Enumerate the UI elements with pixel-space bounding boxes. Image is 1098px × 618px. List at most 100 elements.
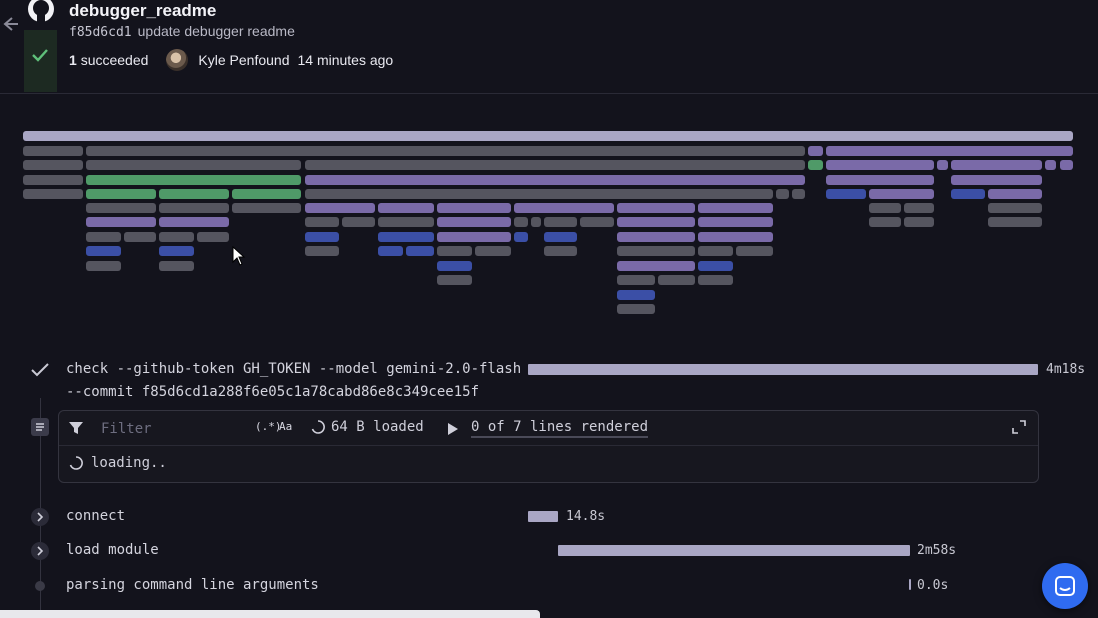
span-bar[interactable] — [904, 217, 934, 227]
span-bar[interactable] — [124, 232, 156, 242]
span-bar[interactable] — [305, 160, 805, 170]
span-bar[interactable] — [617, 261, 695, 271]
span-bar[interactable] — [159, 189, 229, 199]
span-bar[interactable] — [617, 290, 655, 300]
span-bar[interactable] — [792, 189, 805, 199]
span-bar[interactable] — [698, 275, 733, 285]
span-bar[interactable] — [378, 217, 434, 227]
span-bar[interactable] — [86, 189, 156, 199]
span-bar[interactable] — [531, 217, 541, 227]
step-command-line2[interactable]: --commit f85d6cd1a288f6e05c1a78cabd86e8c… — [66, 384, 479, 400]
span-bar[interactable] — [378, 203, 434, 213]
span-bar[interactable] — [988, 189, 1042, 199]
span-bar[interactable] — [951, 189, 985, 199]
case-toggle[interactable]: Aa — [279, 420, 292, 433]
span-bar[interactable] — [305, 203, 375, 213]
span-bar[interactable] — [437, 203, 511, 213]
rendered-indicator[interactable]: 0 of 7 lines rendered — [447, 419, 649, 438]
span-bar[interactable] — [869, 217, 901, 227]
step-command-line1[interactable]: check --github-token GH_TOKEN --model ge… — [66, 361, 521, 377]
span-bar[interactable] — [869, 203, 901, 213]
filter-input[interactable] — [99, 418, 253, 440]
span-bar[interactable] — [86, 203, 156, 213]
span-bar[interactable] — [951, 160, 1042, 170]
span-bar[interactable] — [86, 232, 121, 242]
span-bar[interactable] — [342, 217, 375, 227]
span-bar[interactable] — [544, 217, 577, 227]
span-bar[interactable] — [1045, 160, 1056, 170]
span-bar[interactable] — [437, 217, 511, 227]
step-connect[interactable]: connect — [66, 508, 125, 524]
expand-icon[interactable] — [1012, 420, 1026, 434]
span-bar[interactable] — [23, 189, 83, 199]
span-bar[interactable] — [514, 232, 528, 242]
span-bar[interactable] — [159, 232, 194, 242]
span-bar[interactable] — [826, 160, 934, 170]
span-bar[interactable] — [159, 246, 194, 256]
span-bar[interactable] — [437, 246, 472, 256]
span-bar[interactable] — [232, 189, 301, 199]
commit-hash[interactable]: f85d6cd1 — [69, 25, 132, 40]
span-bar[interactable] — [736, 246, 773, 256]
span-bar[interactable] — [826, 189, 866, 199]
author-name[interactable]: Kyle Penfound — [198, 52, 289, 68]
span-bar[interactable] — [437, 275, 472, 285]
span-bar[interactable] — [544, 232, 577, 242]
span-bar[interactable] — [658, 275, 695, 285]
span-bar[interactable] — [617, 304, 655, 314]
play-icon[interactable] — [447, 422, 459, 436]
span-bar[interactable] — [437, 261, 472, 271]
step-load-module[interactable]: load module — [66, 542, 159, 558]
span-bar[interactable] — [698, 217, 773, 227]
span-bar[interactable] — [698, 203, 773, 213]
span-bar[interactable] — [23, 146, 83, 156]
span-bar[interactable] — [617, 275, 655, 285]
span-bar[interactable] — [305, 189, 773, 199]
span-bar[interactable] — [378, 232, 434, 242]
span-bar[interactable] — [437, 232, 511, 242]
span-bar[interactable] — [23, 175, 83, 185]
span-bar[interactable] — [86, 261, 121, 271]
span-bar[interactable] — [23, 131, 1073, 141]
expand-connect-button[interactable] — [31, 508, 49, 526]
log-icon[interactable] — [31, 418, 49, 436]
back-arrow-icon[interactable] — [0, 14, 18, 34]
span-bar[interactable] — [159, 203, 229, 213]
step-parsing[interactable]: parsing command line arguments — [66, 577, 319, 593]
span-bar[interactable] — [544, 246, 577, 256]
span-bar[interactable] — [197, 232, 229, 242]
span-bar[interactable] — [378, 246, 403, 256]
regex-toggle[interactable]: (.*) — [255, 420, 282, 433]
span-bar[interactable] — [305, 232, 339, 242]
span-bar[interactable] — [86, 246, 121, 256]
span-bar[interactable] — [776, 189, 789, 199]
span-bar[interactable] — [159, 217, 229, 227]
span-bar[interactable] — [937, 160, 948, 170]
span-bar[interactable] — [988, 217, 1042, 227]
span-bar[interactable] — [617, 246, 695, 256]
span-bar[interactable] — [808, 146, 823, 156]
span-bar[interactable] — [698, 261, 733, 271]
expand-load-module-button[interactable] — [31, 542, 49, 560]
span-bar[interactable] — [305, 217, 339, 227]
span-bar[interactable] — [904, 203, 934, 213]
span-bar[interactable] — [826, 146, 1073, 156]
span-bar[interactable] — [23, 160, 83, 170]
span-bar[interactable] — [808, 160, 823, 170]
span-bar[interactable] — [869, 189, 934, 199]
span-bar[interactable] — [86, 160, 301, 170]
span-bar[interactable] — [86, 217, 156, 227]
span-bar[interactable] — [305, 246, 339, 256]
span-bar[interactable] — [951, 175, 1042, 185]
span-bar[interactable] — [514, 203, 614, 213]
span-bar[interactable] — [406, 246, 434, 256]
span-bar[interactable] — [514, 217, 528, 227]
span-bar[interactable] — [617, 203, 695, 213]
span-bar[interactable] — [305, 175, 805, 185]
span-bar[interactable] — [988, 203, 1042, 213]
span-bar[interactable] — [1060, 160, 1073, 170]
span-bar[interactable] — [617, 217, 695, 227]
span-bar[interactable] — [475, 246, 511, 256]
chat-button[interactable] — [1042, 563, 1088, 609]
span-bar[interactable] — [232, 203, 301, 213]
